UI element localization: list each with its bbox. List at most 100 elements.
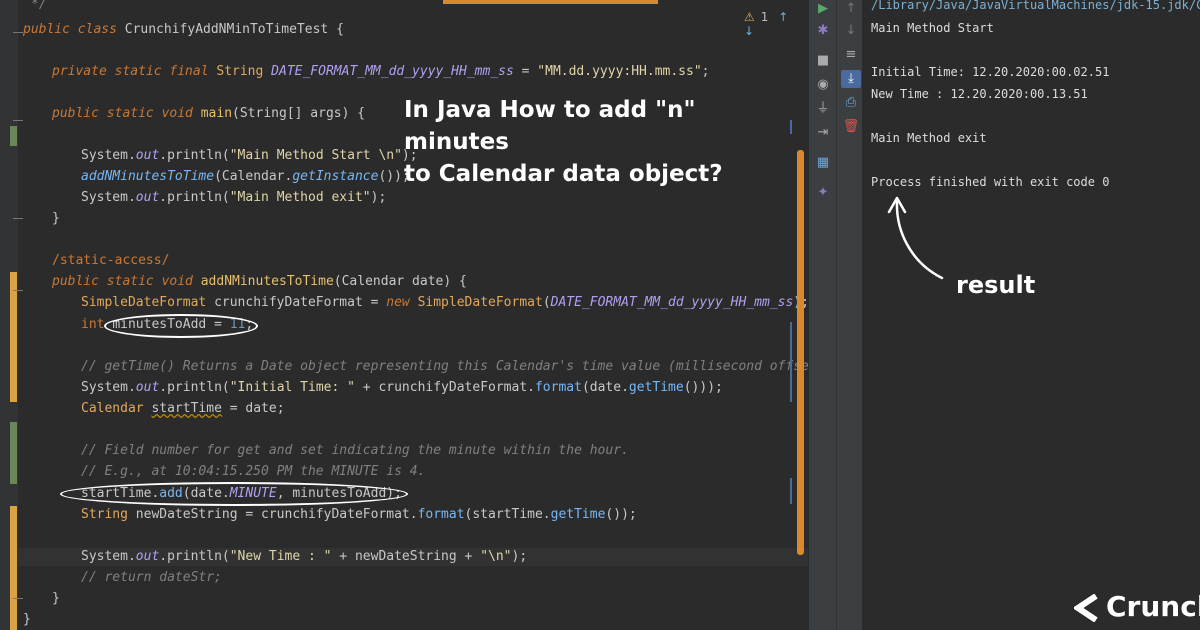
code-token: format bbox=[417, 507, 465, 522]
code-line-sysout-start: System.out.println("Main Method Start \n… bbox=[81, 148, 418, 164]
code-token: String bbox=[216, 64, 272, 79]
code-token: // Field number for get and set indicati… bbox=[81, 443, 629, 458]
code-token: public class bbox=[23, 22, 125, 37]
result-arrow-icon bbox=[887, 196, 944, 280]
code-line-comment: // Field number for get and set indicati… bbox=[81, 443, 629, 459]
highlight-ellipse-minutes bbox=[104, 314, 258, 338]
settings-icon[interactable]: ✱ bbox=[813, 22, 833, 40]
crunchify-logo-text: Crunchi bbox=[1106, 590, 1200, 623]
code-token: System. bbox=[81, 380, 136, 395]
console-line: Process finished with exit code 0 bbox=[871, 175, 1110, 189]
warning-icon[interactable]: ⚠ bbox=[744, 10, 755, 24]
highlight-ellipse-add bbox=[60, 482, 408, 506]
code-token: (String[] args) { bbox=[232, 106, 366, 121]
code-token: = bbox=[362, 295, 387, 310]
code-token: out bbox=[135, 380, 160, 395]
console-toolbar: ↑ ↓ ≡ ⤓ ⎙ 🗑 bbox=[836, 0, 863, 630]
code-comment: */ bbox=[31, 0, 47, 12]
active-tab-indicator bbox=[443, 0, 658, 4]
run-toolbar: ▶ ✱ ■ ◉ ⏚ ⇥ ▦ ✦ bbox=[808, 0, 836, 630]
code-token: addNMinutesToTime bbox=[81, 169, 215, 184]
editor-gutter[interactable] bbox=[0, 0, 23, 630]
stop-icon[interactable]: ■ bbox=[813, 52, 833, 70]
code-line-new-date: String newDateString = crunchifyDateForm… bbox=[81, 507, 637, 523]
code-token: CrunchifyAddNMinToTimeTest bbox=[124, 22, 329, 37]
scroll-mark bbox=[790, 478, 792, 504]
scroll-mark bbox=[790, 322, 792, 402]
layout-icon[interactable]: ▦ bbox=[813, 154, 833, 172]
console-output[interactable]: /Library/Java/JavaVirtualMachines/jdk-15… bbox=[863, 0, 1200, 630]
code-token: ); bbox=[511, 549, 528, 564]
warning-count: 1 bbox=[760, 10, 769, 24]
pin-icon[interactable]: ✦ bbox=[813, 184, 833, 202]
code-token: public static void bbox=[52, 274, 201, 289]
code-line-field: private static final String DATE_FORMAT_… bbox=[52, 64, 710, 80]
code-token: getInstance bbox=[292, 169, 379, 184]
code-token: getTime bbox=[628, 380, 684, 395]
scroll-to-end-icon[interactable]: ⤓ bbox=[841, 70, 861, 88]
run-icon[interactable]: ▶ bbox=[813, 0, 833, 18]
code-token: new bbox=[386, 295, 418, 310]
code-token: = date; bbox=[221, 401, 285, 416]
code-line-comment: // return dateStr; bbox=[81, 570, 222, 586]
trash-icon[interactable]: 🗑 bbox=[841, 118, 861, 136]
code-token: getTime bbox=[550, 507, 606, 522]
console-path[interactable]: /Library/Java/JavaVirtualMachines/jdk-15… bbox=[871, 0, 1200, 13]
code-token: newDateString = crunchifyDateFormat. bbox=[135, 507, 418, 522]
code-token: main bbox=[200, 106, 233, 121]
code-line-comment: // getTime() Returns a Date object repre… bbox=[81, 359, 808, 375]
previous-highlight-icon[interactable]: ↑ bbox=[778, 10, 788, 24]
code-token: "New Time : " bbox=[229, 549, 332, 564]
editor-scrollbar[interactable] bbox=[797, 150, 804, 555]
code-token: } bbox=[52, 591, 60, 606]
code-token: SimpleDateFormat bbox=[417, 295, 543, 310]
code-token: (Calendar. bbox=[214, 169, 293, 184]
fold-marker[interactable] bbox=[13, 290, 23, 291]
soft-wrap-icon[interactable]: ≡ bbox=[841, 46, 861, 64]
vcs-change-marker[interactable] bbox=[10, 272, 17, 402]
code-line-annotation: /static-access/ bbox=[52, 253, 169, 269]
code-line-sysout-exit: System.out.println("Main Method exit"); bbox=[81, 190, 386, 206]
exit-icon[interactable]: ⇥ bbox=[813, 124, 833, 142]
code-token: System. bbox=[81, 190, 136, 205]
code-token: out bbox=[135, 190, 160, 205]
code-token: .println( bbox=[159, 380, 230, 395]
code-token: /static-access/ bbox=[52, 253, 170, 268]
fold-marker[interactable] bbox=[13, 218, 23, 219]
overlay-title-line: to Calendar data object? bbox=[404, 161, 723, 187]
down-icon[interactable]: ↓ bbox=[841, 22, 861, 40]
code-token: ; bbox=[701, 64, 710, 79]
up-icon[interactable]: ↑ bbox=[841, 0, 861, 18]
code-token: } bbox=[23, 612, 31, 627]
code-token: + crunchifyDateFormat. bbox=[354, 380, 535, 395]
code-token: = bbox=[513, 64, 538, 79]
code-token: } bbox=[52, 211, 60, 226]
next-highlight-icon[interactable]: ↓ bbox=[744, 24, 754, 38]
code-token: .println( bbox=[159, 549, 230, 564]
code-token: { bbox=[328, 22, 344, 37]
fold-marker[interactable] bbox=[13, 32, 23, 33]
result-label: result bbox=[956, 271, 1036, 299]
code-token: crunchifyDateFormat bbox=[214, 295, 363, 310]
code-line-main: public static void main(String[] args) { bbox=[52, 106, 365, 122]
code-line-comment: // E.g., at 10:04:15.250 PM the MINUTE i… bbox=[81, 464, 425, 480]
code-line-new-time: System.out.println("New Time : " + newDa… bbox=[81, 549, 527, 565]
code-token: // E.g., at 10:04:15.250 PM the MINUTE i… bbox=[81, 464, 426, 479]
code-token: startTime bbox=[151, 401, 222, 416]
inspection-widget[interactable]: ⚠ 1 ↑ ↓ bbox=[744, 10, 808, 38]
plug-icon[interactable]: ⏚ bbox=[813, 100, 833, 118]
code-token: DATE_FORMAT_MM_dd_yyyy_HH_mm_ss bbox=[271, 64, 514, 79]
code-token: (startTime. bbox=[464, 507, 551, 522]
code-token: "\n" bbox=[480, 549, 512, 564]
vcs-change-marker[interactable] bbox=[10, 126, 17, 146]
fold-marker[interactable] bbox=[13, 120, 23, 121]
print-icon[interactable]: ⎙ bbox=[841, 94, 861, 112]
code-token: out bbox=[135, 549, 160, 564]
code-token: ); bbox=[370, 190, 387, 205]
fold-marker[interactable] bbox=[13, 598, 23, 599]
code-token: Calendar bbox=[81, 401, 152, 416]
vcs-change-marker[interactable] bbox=[10, 506, 17, 630]
vcs-change-marker[interactable] bbox=[10, 422, 17, 484]
console-line: Main Method exit bbox=[871, 131, 987, 145]
camera-icon[interactable]: ◉ bbox=[813, 76, 833, 94]
